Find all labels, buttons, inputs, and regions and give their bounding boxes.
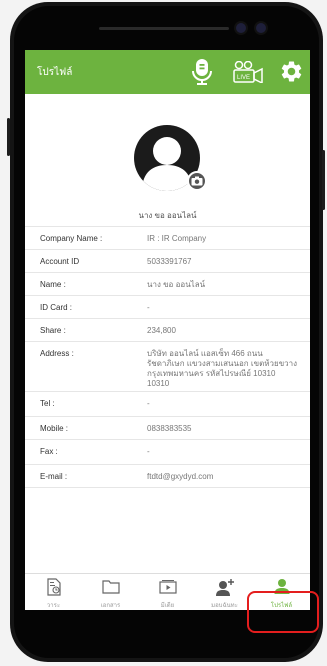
nav-label: เอกสาร xyxy=(100,603,121,609)
field-value: นาง ขอ ออนไลน์ xyxy=(147,280,206,289)
field-value: ftdtd@gxydyd.com xyxy=(147,472,214,481)
field-label: ID Card : xyxy=(40,303,73,312)
field-label: E-mail : xyxy=(40,472,68,481)
nav-label: มอบฉันทะ xyxy=(211,603,238,609)
field-label: Fax : xyxy=(40,447,58,456)
camera-icon xyxy=(191,176,203,186)
media-icon xyxy=(158,580,177,594)
field-value: 234,800 xyxy=(147,326,176,335)
field-value: - xyxy=(147,447,150,456)
field-value: - xyxy=(147,303,150,312)
front-camera xyxy=(236,23,246,33)
svg-text:LIVE: LIVE xyxy=(237,75,250,81)
field-value: บริษัท ออนไลน์ แอสเซ็ท 466 ถนนรัชดาภิเษก… xyxy=(147,349,298,388)
profile-tab-highlight xyxy=(247,591,319,633)
nav-item-agenda[interactable]: วาระ xyxy=(25,574,82,610)
microphone-icon[interactable] xyxy=(190,58,214,86)
app-screen: โปรไฟล์ LIVE นาง ขอ ออนไลน์ Company Name… xyxy=(25,50,310,610)
nav-item-proxy[interactable]: มอบฉันทะ xyxy=(196,574,253,610)
gear-icon[interactable] xyxy=(279,59,304,84)
profile-name: นาง ขอ ออนไลน์ xyxy=(138,211,197,220)
field-row-name: Name : นาง ขอ ออนไลน์ xyxy=(25,273,310,296)
field-value: IR : IR Company xyxy=(147,234,207,243)
field-label: Mobile : xyxy=(40,424,69,433)
field-row-mobile: Mobile : 0838383535 xyxy=(25,417,310,440)
field-value: - xyxy=(147,399,150,408)
field-row-account-id: Account ID 5033391767 xyxy=(25,250,310,273)
volume-button xyxy=(7,118,10,156)
field-label: Address : xyxy=(40,349,74,358)
field-row-id-card: ID Card : - xyxy=(25,296,310,319)
field-label: Name : xyxy=(40,280,66,289)
field-row-address: Address : บริษัท ออนไลน์ แอสเซ็ท 466 ถนน… xyxy=(25,342,310,392)
folder-icon xyxy=(101,580,120,594)
app-bar: โปรไฟล์ LIVE xyxy=(25,50,310,94)
nav-label: มีเดีย xyxy=(160,603,175,609)
field-value: 5033391767 xyxy=(147,257,192,266)
page-title: โปรไฟล์ xyxy=(37,67,73,78)
field-label: Company Name : xyxy=(40,234,103,243)
field-label: Tel : xyxy=(40,399,55,408)
field-row-share: Share : 234,800 xyxy=(25,319,310,342)
sensor xyxy=(256,23,266,33)
earpiece-speaker xyxy=(99,27,229,30)
nav-item-media[interactable]: มีเดีย xyxy=(139,574,196,610)
add-user-icon xyxy=(215,579,234,596)
field-row-tel: Tel : - xyxy=(25,392,310,417)
nav-label: วาระ xyxy=(46,603,61,609)
field-label: Share : xyxy=(40,326,66,335)
field-row-fax: Fax : - xyxy=(25,440,310,465)
field-value: 0838383535 xyxy=(147,424,192,433)
agenda-icon xyxy=(46,578,61,596)
live-camera-icon[interactable]: LIVE xyxy=(233,61,263,83)
change-photo-button[interactable] xyxy=(187,171,207,191)
nav-item-documents[interactable]: เอกสาร xyxy=(82,574,139,610)
field-label: Account ID xyxy=(40,257,80,266)
field-row-company: Company Name : IR : IR Company xyxy=(25,227,310,250)
field-row-email: E-mail : ftdtd@gxydyd.com xyxy=(25,465,310,488)
power-button xyxy=(322,150,325,210)
